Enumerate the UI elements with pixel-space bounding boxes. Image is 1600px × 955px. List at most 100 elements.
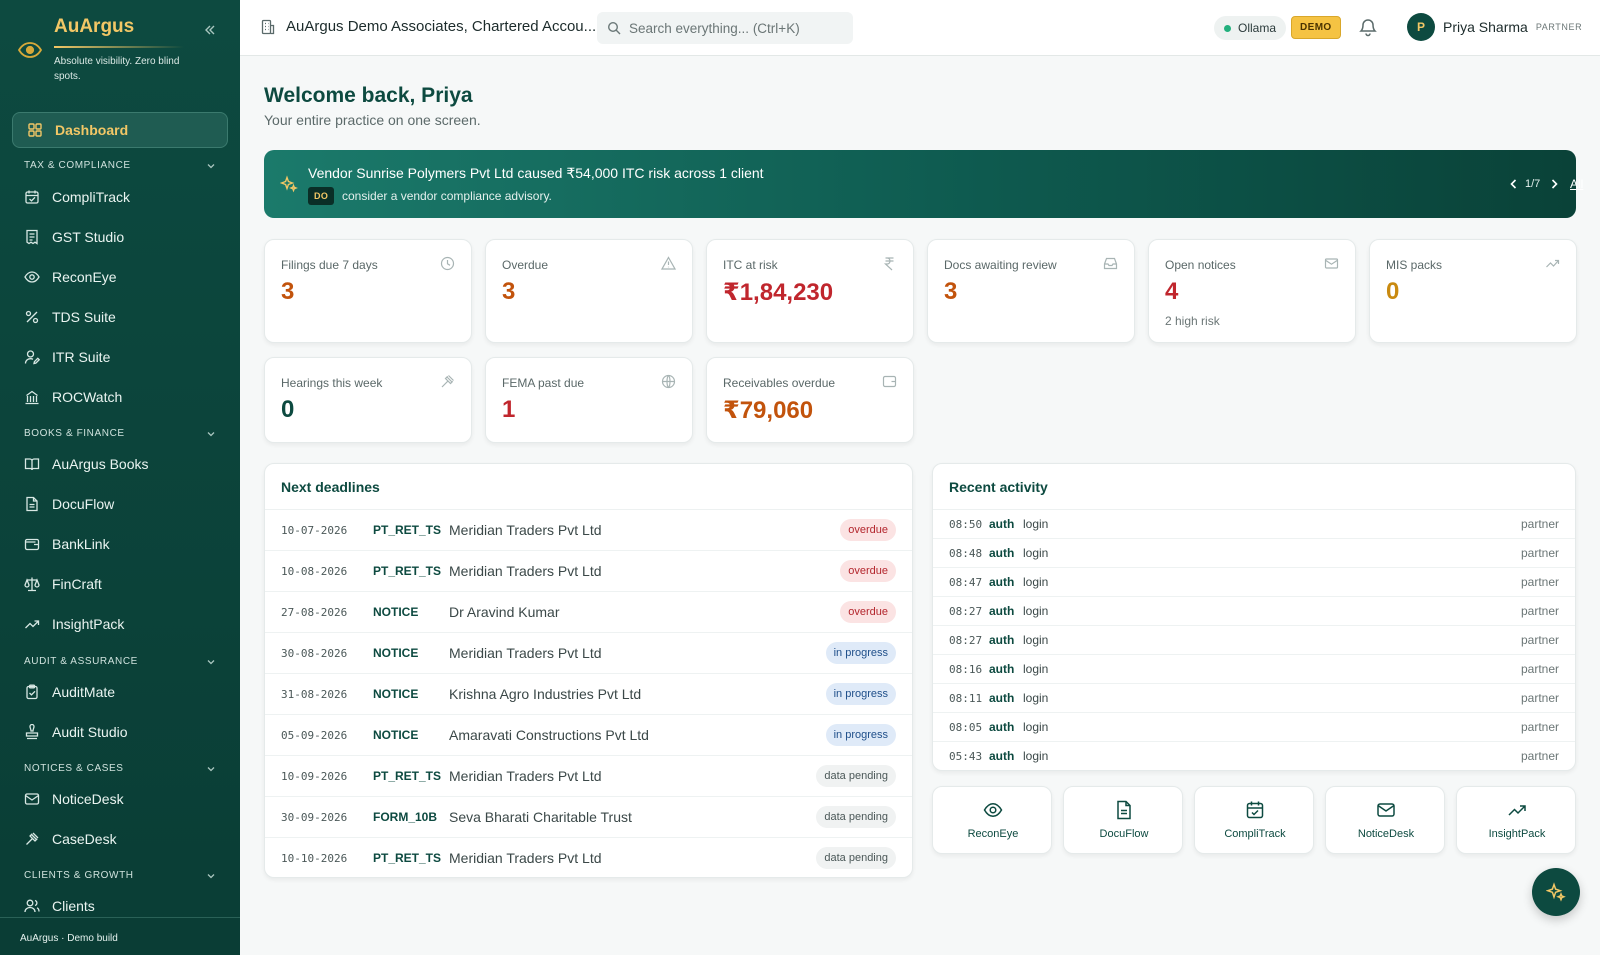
activity-time: 05:43 [949, 749, 983, 763]
status-badge: in progress [825, 683, 896, 705]
kpi-filings-due[interactable]: Filings due 7 days 3 [264, 239, 472, 343]
ollama-status[interactable]: Ollama [1214, 16, 1287, 40]
deadline-form: NOTICE [373, 687, 419, 701]
quicklink-noticedesk[interactable]: NoticeDesk [1325, 786, 1445, 854]
quicklink-insightpack[interactable]: InsightPack [1456, 786, 1576, 854]
section-audit-assurance[interactable]: AUDIT & ASSURANCE [24, 656, 216, 667]
file-text-icon [1114, 800, 1134, 820]
quicklink-complitrack[interactable]: CompliTrack [1194, 786, 1314, 854]
activity-action: login [1023, 749, 1049, 763]
deadline-form: NOTICE [373, 605, 419, 619]
activity-action: login [1023, 546, 1049, 560]
kpi-mis-packs[interactable]: MIS packs 0 [1369, 239, 1577, 343]
sidebar-item-gst-studio[interactable]: GST Studio [24, 224, 224, 250]
collapse-sidebar-icon[interactable] [202, 22, 218, 38]
bell-icon[interactable] [1358, 17, 1378, 37]
chevron-left-icon[interactable] [1508, 178, 1520, 190]
sidebar-item-label: ReconEye [52, 269, 117, 285]
activity-row: 05:43 auth login partner [933, 742, 1575, 770]
activity-module: auth [989, 604, 1015, 618]
eye-icon [983, 800, 1003, 820]
sidebar-item-auargus-books[interactable]: AuArgus Books [24, 451, 224, 477]
sidebar-item-clients[interactable]: Clients [24, 893, 224, 919]
activity-module: auth [989, 691, 1015, 705]
kpi-receivables-overdue[interactable]: Receivables overdue ₹79,060 [706, 357, 914, 443]
panel-title: Next deadlines [265, 464, 912, 510]
sidebar-item-audit-studio[interactable]: Audit Studio [24, 719, 224, 745]
activity-time: 08:11 [949, 691, 983, 705]
sidebar-item-docuflow[interactable]: DocuFlow [24, 491, 224, 517]
deadline-client: Meridian Traders Pvt Ltd [449, 850, 602, 866]
brand-tagline: Absolute visibility. Zero blind spots. [54, 56, 180, 82]
sidebar-item-itr-suite[interactable]: ITR Suite [24, 344, 224, 370]
kpi-open-notices[interactable]: Open notices 4 2 high risk [1148, 239, 1356, 343]
activity-module: auth [989, 662, 1015, 676]
search-box[interactable] [597, 12, 853, 44]
sidebar-item-insightpack[interactable]: InsightPack [24, 611, 224, 637]
search-icon [607, 21, 621, 35]
kpi-value: 0 [1386, 278, 1400, 305]
kpi-docs-awaiting-review[interactable]: Docs awaiting review 3 [927, 239, 1135, 343]
kpi-fema-past-due[interactable]: FEMA past due 1 [485, 357, 693, 443]
chevron-right-icon[interactable] [1548, 178, 1560, 190]
sidebar-item-label: AuArgus Books [52, 456, 149, 472]
quicklink-label: InsightPack [1488, 828, 1546, 840]
search-input[interactable] [629, 20, 839, 36]
sidebar-item-fincraft[interactable]: FinCraft [24, 571, 224, 597]
kpi-itc-at-risk[interactable]: ITC at risk ₹1,84,230 [706, 239, 914, 343]
sidebar-item-banklink[interactable]: BankLink [24, 531, 224, 557]
file-text-icon [24, 496, 40, 512]
section-books-finance[interactable]: BOOKS & FINANCE [24, 428, 216, 439]
quicklink-reconeye[interactable]: ReconEye [932, 786, 1052, 854]
banner-all-link[interactable]: All [1570, 177, 1583, 191]
insight-banner[interactable]: Vendor Sunrise Polymers Pvt Ltd caused ₹… [264, 150, 1583, 218]
sidebar-item-dashboard[interactable]: Dashboard [12, 112, 228, 148]
sidebar-item-label: GST Studio [52, 229, 125, 245]
deadline-row[interactable]: 10-09-2026 PT_RET_TS Meridian Traders Pvt … [265, 756, 912, 797]
activity-row: 08:27 auth login partner [933, 626, 1575, 655]
sidebar-item-noticedesk[interactable]: NoticeDesk [24, 786, 224, 812]
organization-switcher[interactable]: AuArgus Demo Associates, Chartered Accou… [260, 18, 596, 35]
quicklink-docuflow[interactable]: DocuFlow [1063, 786, 1183, 854]
status-dot [1224, 24, 1231, 32]
activity-action: login [1023, 604, 1049, 618]
sidebar-item-complitrack[interactable]: CompliTrack [24, 184, 224, 210]
sidebar-item-label: NoticeDesk [52, 791, 124, 807]
section-title: BOOKS & FINANCE [24, 428, 125, 439]
kpi-hearings-this-week[interactable]: Hearings this week 0 [264, 357, 472, 443]
deadline-row[interactable]: 31-08-2026 NOTICE Krishna Agro Industries … [265, 674, 912, 715]
deadline-form: FORM_10B [373, 810, 438, 824]
ollama-label: Ollama [1238, 21, 1277, 35]
sidebar-item-tds-suite[interactable]: TDS Suite [24, 304, 224, 330]
deadline-row[interactable]: 30-08-2026 NOTICE Meridian Traders Pvt Ltd… [265, 633, 912, 674]
sidebar-item-label: Dashboard [55, 122, 129, 138]
activity-role: partner [1520, 749, 1559, 763]
user-menu[interactable]: P Priya Sharma PARTNER [1407, 13, 1582, 41]
section-notices-cases[interactable]: NOTICES & CASES [24, 763, 216, 774]
trending-up-icon [24, 616, 40, 632]
section-title: NOTICES & CASES [24, 763, 124, 774]
deadline-row[interactable]: 10-10-2026 PT_RET_TS Meridian Traders Pvt … [265, 838, 912, 877]
activity-list: 08:50 auth login partner 08:48 auth login partn… [933, 510, 1575, 770]
kpi-label: Filings due 7 days [281, 258, 378, 272]
deadline-row[interactable]: 27-08-2026 NOTICE Dr Aravind Kumar overdue [265, 592, 912, 633]
deadline-client: Seva Bharati Charitable Trust [449, 809, 632, 825]
chevron-down-icon [206, 871, 216, 881]
activity-time: 08:27 [949, 633, 983, 647]
section-clients-growth[interactable]: CLIENTS & GROWTH [24, 870, 216, 881]
deadline-row[interactable]: 10-08-2026 PT_RET_TS Meridian Traders Pvt … [265, 551, 912, 592]
sidebar-item-label: AuditMate [52, 684, 116, 700]
banner-text: Vendor Sunrise Polymers Pvt Ltd caused ₹… [308, 165, 764, 181]
sidebar-item-rocwatch[interactable]: ROCWatch [24, 384, 224, 410]
receipt-icon [24, 229, 40, 245]
deadline-row[interactable]: 05-09-2026 NOTICE Amaravati Constructions … [265, 715, 912, 756]
ai-assistant-button[interactable] [1532, 868, 1580, 916]
sidebar-item-label: InsightPack [52, 616, 125, 632]
sidebar-item-casedesk[interactable]: CaseDesk [24, 826, 224, 852]
section-tax-compliance[interactable]: TAX & COMPLIANCE [24, 160, 216, 171]
sidebar-item-auditmate[interactable]: AuditMate [24, 679, 224, 705]
deadline-row[interactable]: 30-09-2026 FORM_10B Seva Bharati Charitabl… [265, 797, 912, 838]
deadline-row[interactable]: 10-07-2026 PT_RET_TS Meridian Traders Pvt … [265, 510, 912, 551]
sidebar-item-reconeye[interactable]: ReconEye [24, 264, 224, 290]
kpi-overdue[interactable]: Overdue 3 [485, 239, 693, 343]
